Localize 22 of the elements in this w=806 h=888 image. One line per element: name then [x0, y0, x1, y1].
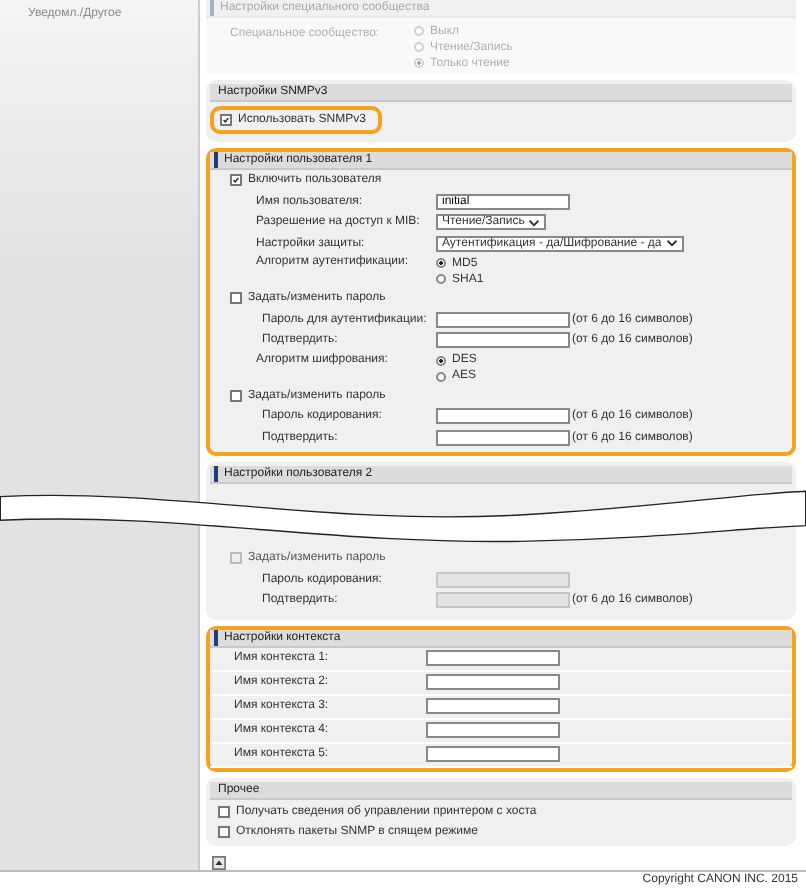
text-field[interactable] [436, 332, 570, 349]
checkbox[interactable] [230, 292, 242, 305]
radio-button[interactable] [436, 258, 446, 268]
radio-button[interactable] [436, 274, 446, 284]
checkbox[interactable] [218, 805, 230, 817]
checkbox[interactable] [218, 825, 230, 837]
text-field[interactable] [426, 698, 560, 714]
text-field[interactable] [436, 408, 570, 425]
radio-button[interactable] [436, 355, 446, 365]
text-field[interactable] [426, 722, 560, 738]
radio-button[interactable] [436, 371, 446, 381]
text-field[interactable] [426, 746, 560, 762]
page-top-icon[interactable] [212, 855, 226, 869]
checkbox[interactable] [220, 114, 232, 126]
checkbox[interactable] [230, 174, 242, 187]
text-field[interactable] [436, 311, 570, 328]
text-field[interactable] [426, 674, 560, 690]
text-field[interactable] [436, 429, 570, 446]
caret-icon [665, 238, 678, 249]
caret-icon [528, 217, 541, 228]
checkbox[interactable] [230, 389, 242, 402]
text-field[interactable] [426, 650, 560, 666]
